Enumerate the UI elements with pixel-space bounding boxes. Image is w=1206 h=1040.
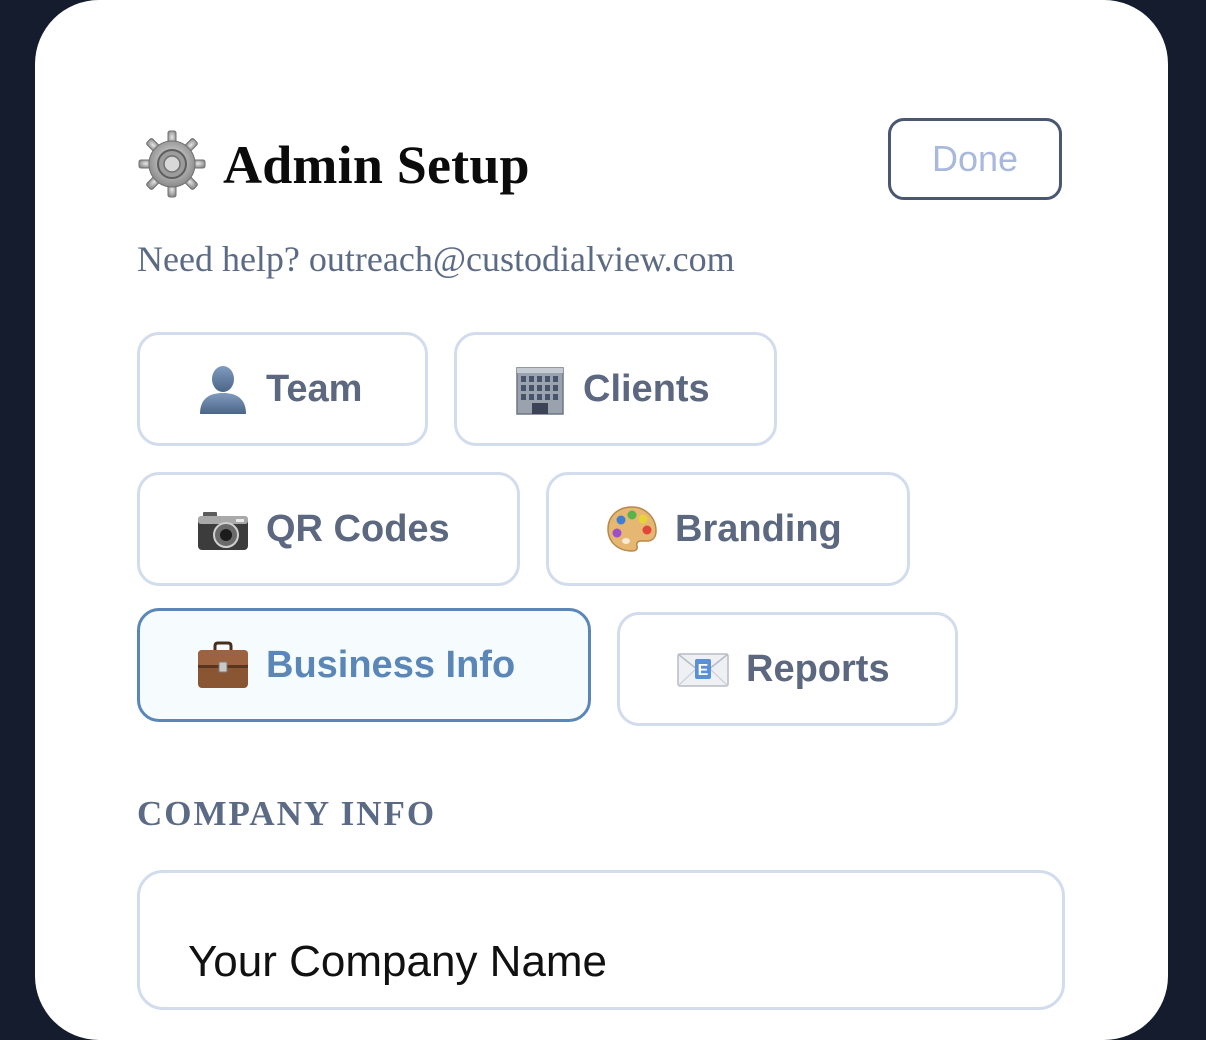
tab-label: Reports — [746, 647, 890, 690]
done-button[interactable]: Done — [888, 118, 1062, 200]
help-contact-text: Need help? outreach@custodialview.com — [137, 239, 735, 279]
tab-label: Business Info — [266, 643, 516, 686]
tab-label: Team — [266, 367, 363, 410]
person-silhouette-icon — [200, 366, 246, 414]
tab-business-info[interactable]: Business Info — [137, 608, 591, 722]
section-heading-company-info: COMPANY INFO — [137, 794, 437, 833]
office-building-icon — [516, 367, 564, 415]
camera-icon — [198, 512, 248, 550]
tab-label: Branding — [675, 507, 842, 550]
tab-branding[interactable]: Branding — [546, 472, 910, 586]
artist-palette-icon — [607, 506, 657, 552]
svg-text:E: E — [698, 662, 709, 679]
page-title: Admin Setup — [223, 135, 530, 195]
tab-reports[interactable]: E Reports — [617, 612, 958, 726]
gear-icon — [138, 130, 206, 198]
tab-team[interactable]: Team — [137, 332, 428, 446]
company-name-input[interactable] — [137, 870, 1065, 1010]
tab-label: Clients — [583, 367, 710, 410]
briefcase-icon — [198, 641, 248, 688]
tab-clients[interactable]: Clients — [454, 332, 777, 446]
tab-qr-codes[interactable]: QR Codes — [137, 472, 520, 586]
email-envelope-icon: E — [677, 653, 729, 687]
header: Admin Setup — [137, 124, 530, 204]
tab-label: QR Codes — [266, 507, 450, 550]
